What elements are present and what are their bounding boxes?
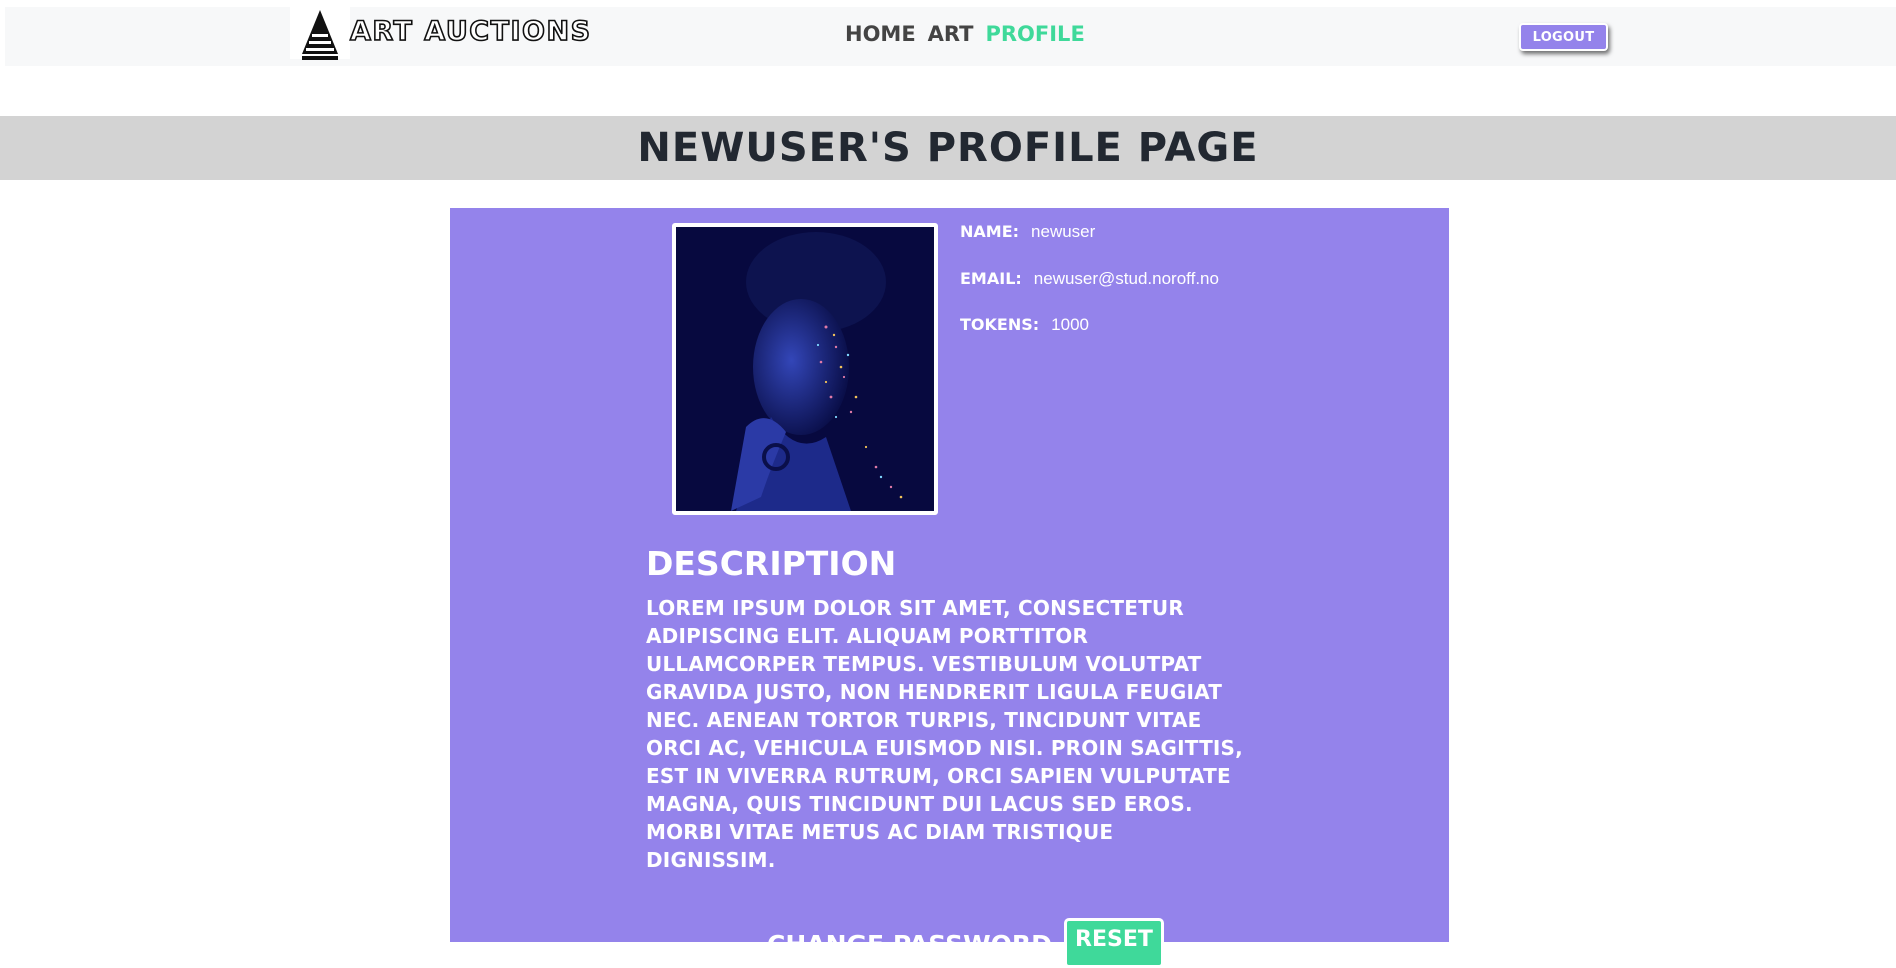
avatar-portrait-image bbox=[676, 227, 934, 511]
profile-panel: NAME: newuser EMAIL: newuser@stud.noroff… bbox=[450, 208, 1449, 968]
change-password-label: CHANGE PASSWORD bbox=[767, 930, 1052, 959]
avatar bbox=[672, 223, 938, 515]
tokens-label: TOKENS: bbox=[960, 315, 1040, 334]
nav-art-link[interactable]: ART bbox=[928, 22, 974, 46]
title-bar: NEWUSER'S PROFILE PAGE bbox=[0, 116, 1896, 180]
nav-profile-link[interactable]: PROFILE bbox=[985, 22, 1084, 46]
nav-home-link[interactable]: HOME bbox=[845, 22, 916, 46]
email-row: EMAIL: newuser@stud.noroff.no bbox=[960, 269, 1219, 289]
change-password-row: CHANGE PASSWORD RESET bbox=[767, 918, 1164, 968]
name-value: newuser bbox=[1031, 222, 1096, 241]
description-text: LOREM IPSUM DOLOR SIT AMET, CONSECTETUR … bbox=[646, 596, 1243, 872]
logout-button[interactable]: LOGOUT bbox=[1519, 23, 1608, 51]
brand-name[interactable]: ART AUCTIONS bbox=[349, 15, 592, 48]
name-label: NAME: bbox=[960, 222, 1020, 241]
main-nav: HOME ART PROFILE bbox=[845, 22, 1085, 46]
email-label: EMAIL: bbox=[960, 269, 1022, 288]
name-row: NAME: newuser bbox=[960, 222, 1095, 242]
description-heading: DESCRIPTION bbox=[646, 544, 897, 583]
reset-password-button[interactable]: RESET bbox=[1063, 918, 1164, 968]
letter-a-logo-icon[interactable] bbox=[298, 10, 342, 62]
page-title: NEWUSER'S PROFILE PAGE bbox=[637, 125, 1259, 171]
tokens-value: 1000 bbox=[1051, 315, 1089, 334]
tokens-row: TOKENS: 1000 bbox=[960, 315, 1089, 335]
email-value: newuser@stud.noroff.no bbox=[1033, 269, 1219, 288]
